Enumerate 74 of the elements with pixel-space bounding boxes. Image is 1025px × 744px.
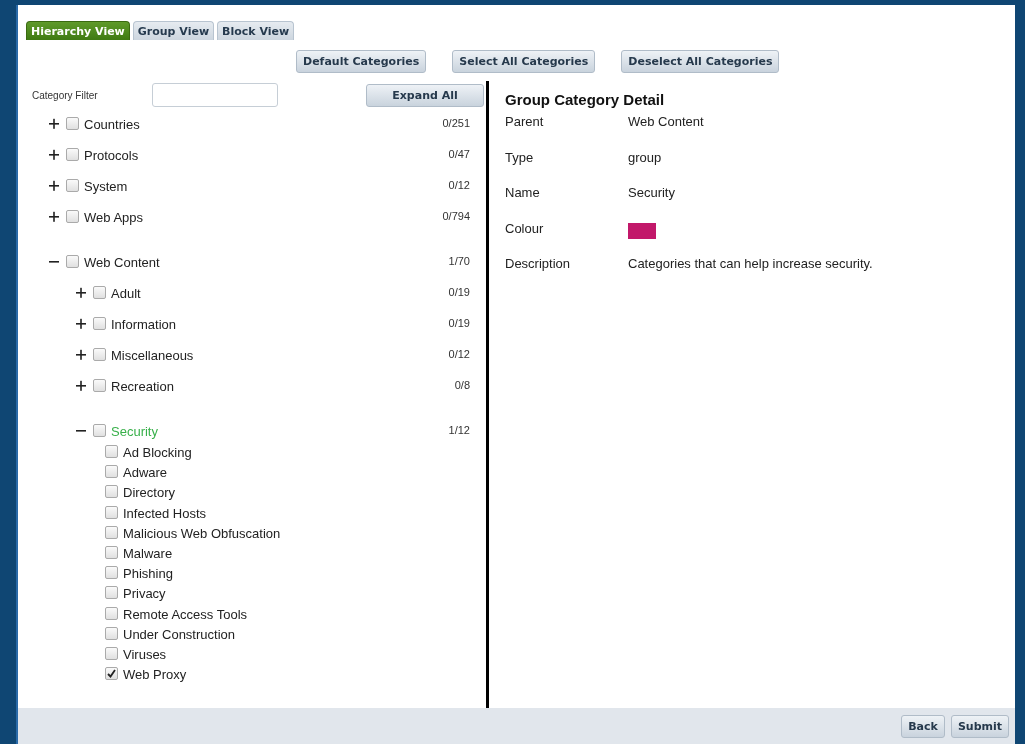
item-count: 1/70 [448,255,470,267]
tree-item[interactable]: Web Apps [84,210,144,225]
tree-item[interactable]: Under Construction [123,626,235,642]
tree-item[interactable]: Web Content [84,255,160,270]
checkbox[interactable] [105,445,118,458]
checkbox[interactable] [105,646,118,660]
checkbox[interactable] [66,148,79,161]
checkbox[interactable] [105,586,118,600]
tree-item[interactable]: Phishing [123,566,173,582]
checkbox[interactable] [66,179,79,192]
item-count: 0/47 [448,148,470,160]
tree-item[interactable]: Malicious Web Obfuscation [123,525,281,541]
field-label: Colour [505,220,545,238]
checkbox[interactable] [105,485,118,499]
tree-item[interactable]: Web Proxy [123,667,187,683]
checkbox[interactable] [105,626,118,640]
tree-item[interactable]: Viruses [123,646,167,662]
tree-item[interactable]: Adult [111,286,141,301]
item-count: 0/794 [442,210,470,222]
tree-item[interactable]: System [84,179,128,194]
field-value: Web Content [628,114,704,131]
tree-item[interactable]: Countries [84,117,140,132]
footer-button[interactable]: Back [901,714,945,738]
checkbox[interactable] [66,255,79,268]
field-value: Categories that can help increase security. [628,256,873,273]
item-count: 0/8 [454,379,470,391]
checkbox[interactable] [105,525,118,539]
action-button[interactable]: Select All Categories [452,50,596,73]
item-count: 0/251 [442,117,470,129]
tree-item[interactable]: Ad Blocking [123,445,192,460]
footer-button[interactable]: Submit [950,714,1009,738]
checkbox[interactable] [66,210,79,223]
filter-field[interactable] [152,83,278,107]
filter-label: Category Filter [32,89,99,101]
checkbox[interactable] [93,379,106,392]
checkbox[interactable] [105,465,118,479]
tree-item[interactable]: Privacy [123,586,166,602]
tree-item[interactable]: Miscellaneous [111,348,194,363]
checkbox[interactable] [66,117,79,130]
field-label: Type [505,149,535,167]
action-button[interactable]: Default Categories [296,50,427,73]
tree-item[interactable]: Protocols [84,148,139,163]
tab[interactable]: Block View [217,21,295,40]
tree-item[interactable]: Remote Access Tools [123,606,248,622]
checkbox[interactable] [105,566,118,580]
tab[interactable]: Hierarchy View [26,21,130,40]
checkbox[interactable] [105,667,118,681]
item-count: 0/12 [448,179,470,191]
checkbox[interactable] [93,286,106,299]
checkbox[interactable] [105,606,118,620]
tree-item[interactable]: Infected Hosts [123,505,207,521]
field-label: Parent [505,114,545,131]
checkbox[interactable] [105,545,118,559]
tree-item[interactable]: Malware [123,545,173,561]
checkbox[interactable] [93,424,106,437]
item-count: 0/19 [448,317,470,329]
checkbox[interactable] [93,317,106,330]
field-value: group [628,149,662,167]
tree-item[interactable]: Information [111,317,177,332]
tree-item[interactable]: Directory [123,485,175,501]
tree-item[interactable]: Adware [123,465,168,481]
expand-all-button[interactable]: Expand All [366,83,484,107]
action-button[interactable]: Deselect All Categories [621,50,780,73]
checkbox[interactable] [93,348,106,361]
field-label: Description [505,256,572,273]
tab[interactable]: Group View [132,21,215,40]
field-label: Name [505,185,541,202]
tree-item[interactable]: Recreation [111,379,174,394]
detail-title: Group Category Detail [505,91,666,108]
item-count: 1/12 [448,424,470,436]
item-count: 0/12 [448,348,470,360]
item-count: 0/19 [448,286,470,298]
field-value: Security [628,185,675,202]
checkbox[interactable] [105,505,118,519]
